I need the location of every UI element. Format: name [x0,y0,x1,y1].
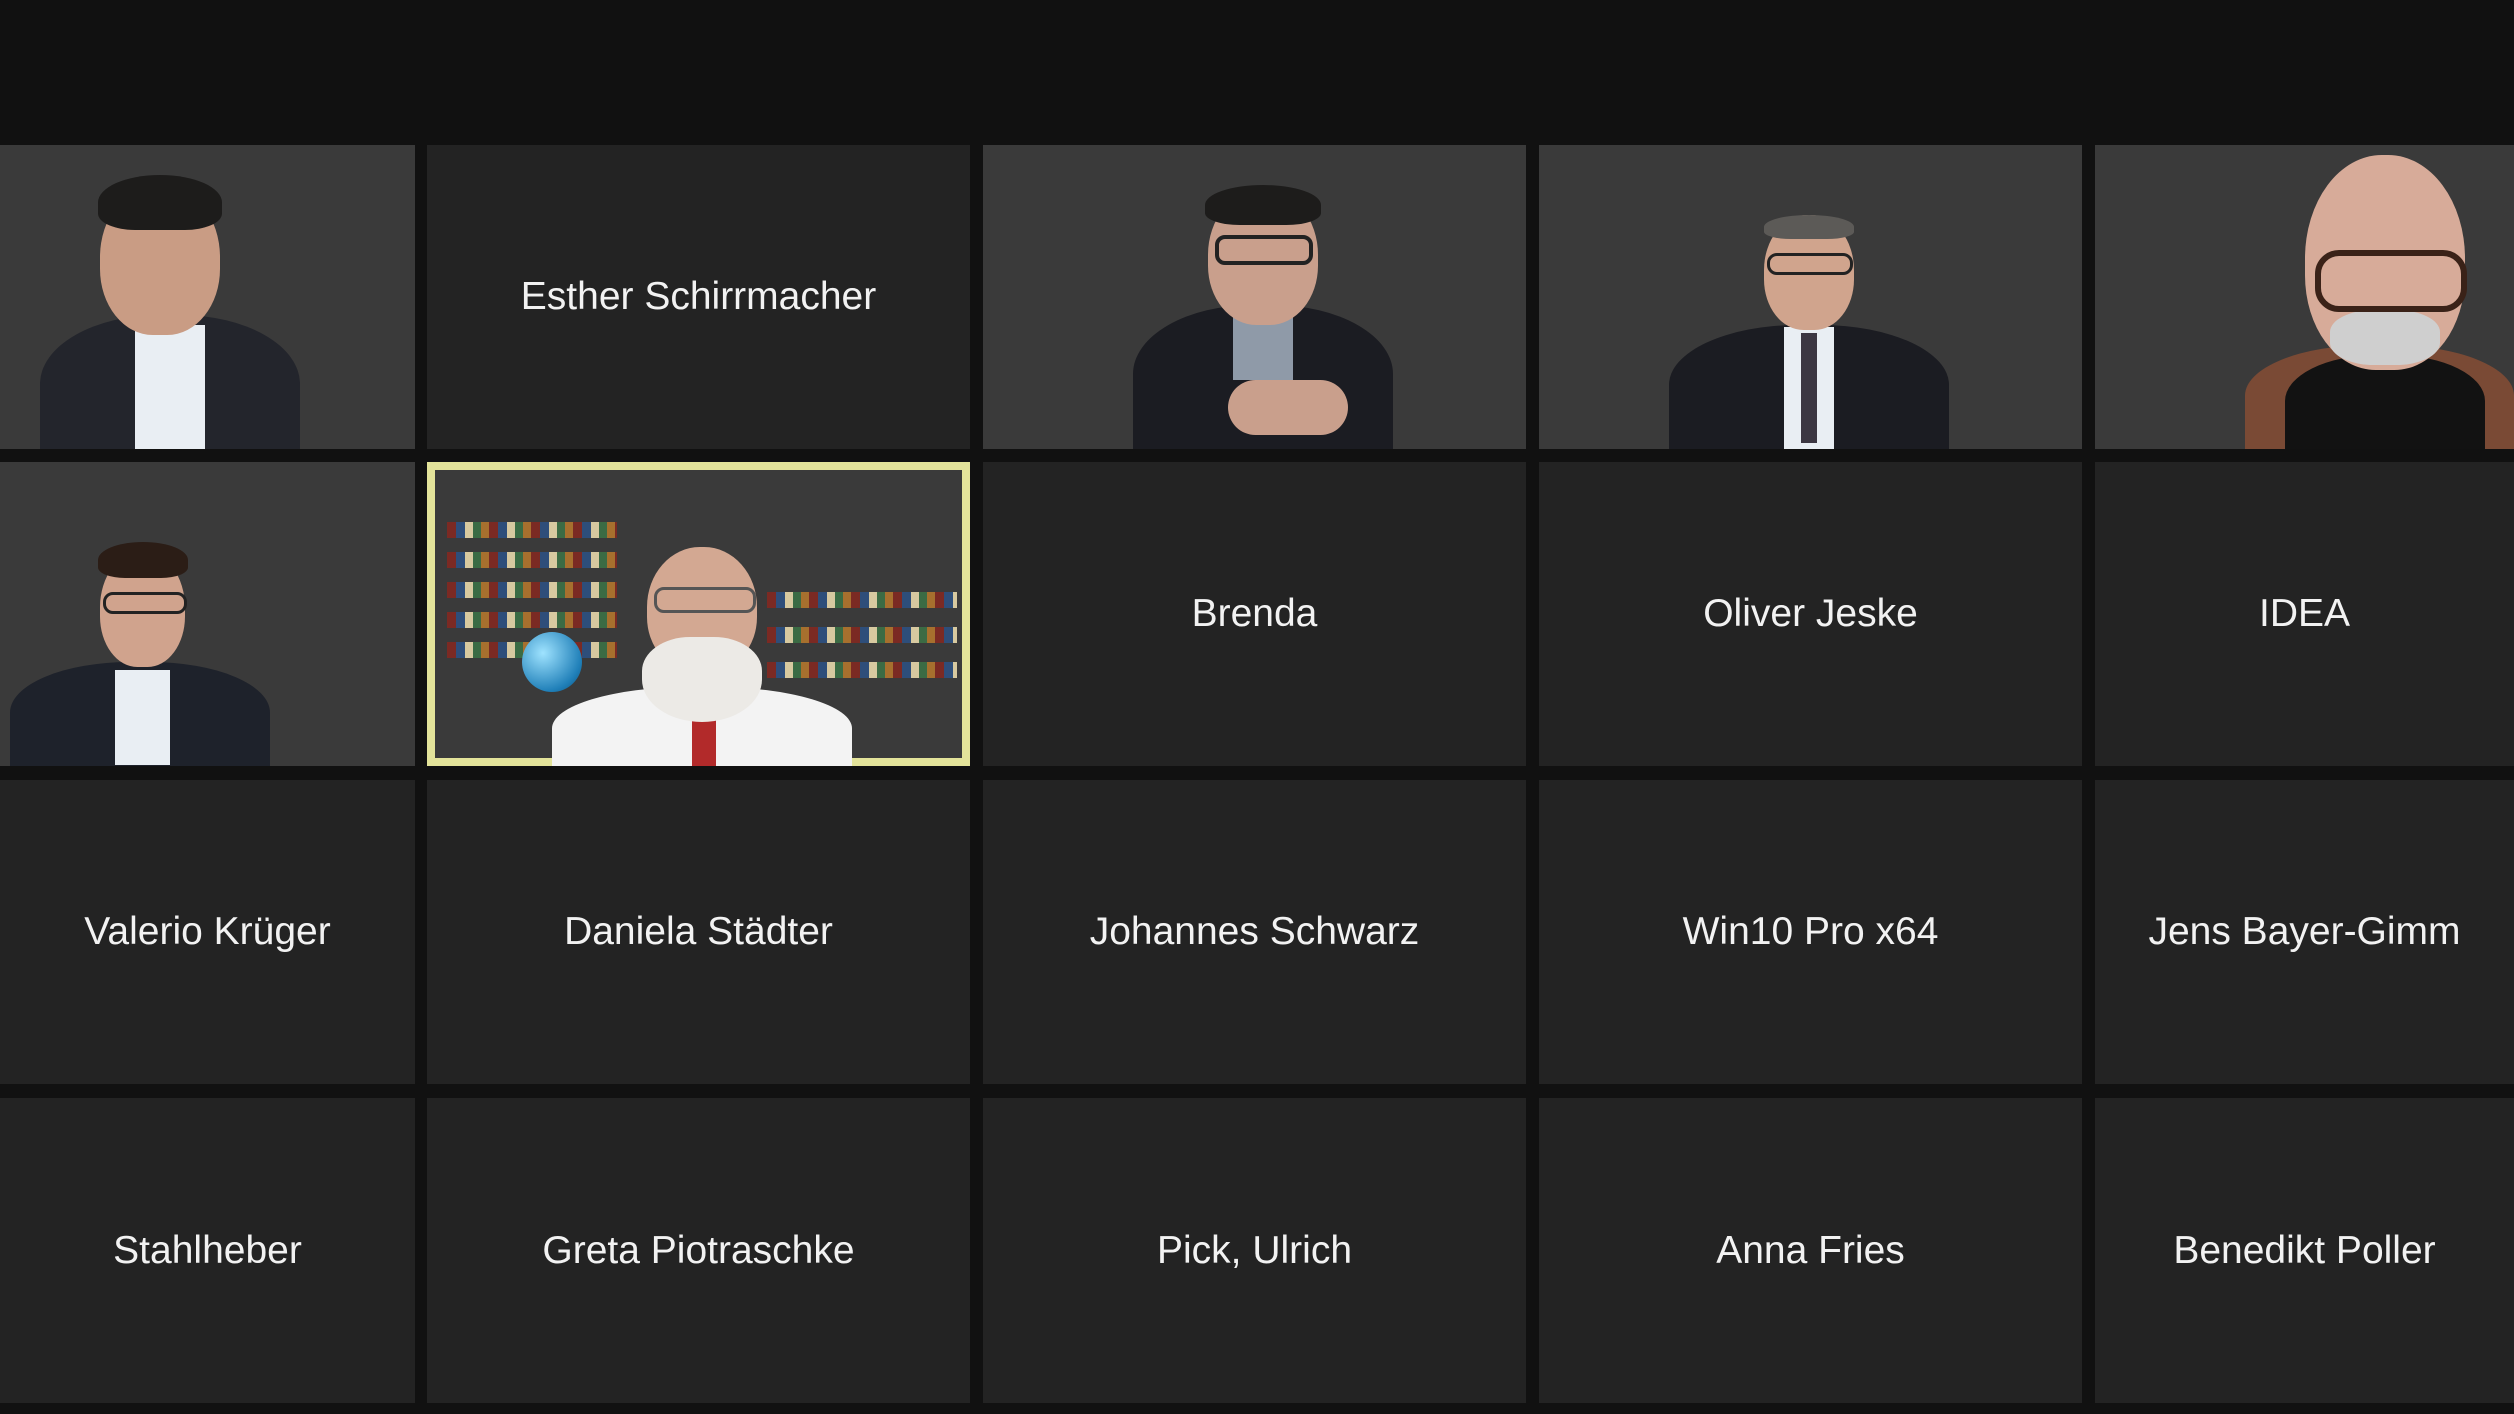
participant-video [1669,215,1949,449]
participant-name: Benedikt Poller [2173,1228,2436,1272]
participant-tile[interactable]: Brenda [983,462,1526,766]
participant-name: Anna Fries [1716,1228,1905,1272]
participant-name: Oliver Jeske [1703,592,1918,635]
participant-name: Stahlheber [113,1228,302,1272]
participant-video-tile-active-speaker[interactable] [427,462,970,766]
participant-video [10,542,270,766]
participant-tile[interactable]: Pick, Ulrich [983,1098,1526,1403]
participant-name: Esther Schirrmacher [520,275,877,318]
participant-video-tile[interactable] [0,462,415,766]
participant-video-tile[interactable] [1539,145,2082,449]
participant-tile[interactable]: IDEA [2095,462,2514,766]
participant-tile[interactable]: Esther Schirrmacher [427,145,970,449]
participant-tile[interactable]: Johannes Schwarz [983,780,1526,1084]
participant-video-tile[interactable] [2095,145,2514,449]
participant-tile[interactable]: Win10 Pro x64 [1539,780,2082,1084]
participant-tile[interactable]: Greta Piotraschke [427,1098,970,1403]
participant-tile[interactable]: Benedikt Poller [2095,1098,2514,1403]
participant-name: Jens Bayer-Gimm [2148,910,2461,953]
bookshelf [447,522,617,538]
participant-name: IDEA [2258,592,2351,635]
participant-video [40,175,360,449]
participant-name: Greta Piotraschke [542,1228,855,1272]
participant-video-tile[interactable] [983,145,1526,449]
participant-tile[interactable]: Daniela Städter [427,780,970,1084]
participant-video-tile[interactable] [0,145,415,449]
participant-name: Johannes Schwarz [1089,910,1420,953]
participant-tile[interactable]: Valerio Krüger [0,780,415,1084]
participant-video [1133,185,1393,449]
participant-name: Pick, Ulrich [1156,1228,1353,1272]
participant-name: Win10 Pro x64 [1682,910,1939,953]
participant-name: Valerio Krüger [84,910,331,953]
participant-tile[interactable]: Oliver Jeske [1539,462,2082,766]
participant-name: Daniela Städter [564,910,833,953]
participant-video [2245,155,2514,449]
participant-video [552,542,852,766]
participant-tile[interactable]: Anna Fries [1539,1098,2082,1403]
participant-name: Brenda [1191,592,1318,635]
participant-tile[interactable]: Jens Bayer-Gimm [2095,780,2514,1084]
participant-tile[interactable]: Stahlheber [0,1098,415,1403]
gallery-view: Esther Schirrmacher Brenda Oliver Jeske … [0,0,2514,1414]
